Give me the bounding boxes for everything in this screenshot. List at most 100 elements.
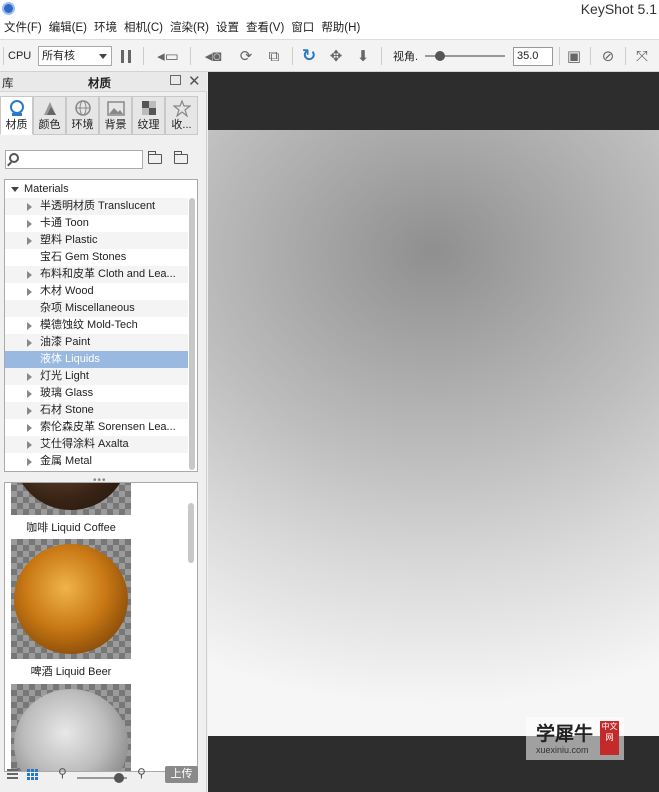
thumbnail-size-slider[interactable]: [77, 773, 127, 783]
render-canvas[interactable]: [208, 130, 659, 736]
tree-scrollbar[interactable]: [189, 198, 195, 470]
tree-item-label: 木材 Wood: [40, 285, 94, 297]
tree-item-label: 金属 Metal: [40, 455, 92, 467]
expand-icon[interactable]: [27, 220, 32, 228]
cpu-cores-value: 所有核: [42, 50, 75, 62]
menu-help[interactable]: 帮助(H): [320, 18, 366, 39]
geometry-icon[interactable]: ⤧: [630, 40, 654, 72]
expand-icon[interactable]: [27, 339, 32, 347]
region-render-icon[interactable]: ▣: [563, 40, 585, 72]
thumbnail-size-handle[interactable]: [114, 773, 124, 783]
tree-item[interactable]: 宝石 Gem Stones: [5, 249, 188, 266]
upload-button[interactable]: 上传: [165, 766, 198, 783]
fov-input[interactable]: 35.0: [513, 47, 553, 66]
material-icon: [9, 100, 24, 116]
thumbnail-item[interactable]: 咖啡 Liquid Coffee: [11, 483, 131, 535]
tab-colors[interactable]: 颜色: [33, 96, 66, 135]
tree-item[interactable]: 木材 Wood: [5, 283, 188, 300]
tree-item[interactable]: 布料和皮革 Cloth and Lea...: [5, 266, 188, 283]
fov-slider[interactable]: [425, 51, 505, 61]
material-graph-icon[interactable]: ⊘: [596, 40, 620, 72]
list-view-icon[interactable]: [7, 769, 18, 781]
tree-item[interactable]: 杂项 Miscellaneous: [5, 300, 188, 317]
menu-file[interactable]: 文件(F): [3, 18, 48, 39]
cpu-cores-select[interactable]: 所有核: [38, 46, 112, 66]
menu-render[interactable]: 渲染(R): [169, 18, 215, 39]
tree-item[interactable]: 半透明材质 Translucent: [5, 198, 188, 215]
tab-label: 背景: [104, 119, 127, 131]
expand-icon[interactable]: [27, 373, 32, 381]
tree-item[interactable]: 石材 Stone: [5, 402, 188, 419]
grid-view-icon[interactable]: [27, 769, 38, 780]
tree-item[interactable]: 卡通 Toon: [5, 215, 188, 232]
cpu-label: CPU: [8, 50, 32, 62]
screenshot-icon[interactable]: ◂◙: [196, 40, 230, 72]
material-thumbnails: 咖啡 Liquid Coffee 啤酒 Liquid Beer: [4, 482, 198, 772]
drop-to-ground-icon[interactable]: ⬇: [351, 40, 375, 72]
menu-edit[interactable]: 编辑(E): [48, 18, 93, 39]
expand-icon[interactable]: [27, 441, 32, 449]
tree-item[interactable]: 灯光 Light: [5, 368, 188, 385]
tree-item-label: 玻璃 Glass: [40, 387, 94, 399]
tree-item-selected[interactable]: 液体 Liquids: [5, 351, 188, 368]
lock-camera-icon[interactable]: ⧉: [262, 40, 286, 72]
expand-icon[interactable]: [27, 271, 32, 279]
expand-icon[interactable]: [27, 407, 32, 415]
add-folder-button[interactable]: [148, 150, 166, 166]
tree-item-label: 卡通 Toon: [40, 217, 89, 229]
toolbar: CPU 所有核 ◂▭ ◂◙ ⟳ ⧉ ↻ ✥ ⬇ 视角. 35.0 ▣ ⊘ ⤧: [0, 39, 659, 72]
fit-view-icon[interactable]: ✥: [324, 40, 348, 72]
pause-button[interactable]: [118, 40, 134, 72]
expand-icon[interactable]: [27, 458, 32, 466]
search-input[interactable]: [5, 150, 143, 169]
water-thumbnail[interactable]: [11, 684, 131, 771]
library-label: 库: [2, 78, 14, 90]
toolbar-separator: [3, 47, 4, 65]
refresh-icon[interactable]: ⟳: [234, 40, 258, 72]
thumbnail-item[interactable]: [11, 684, 131, 771]
collapse-icon[interactable]: [11, 187, 19, 192]
zoom-in-icon[interactable]: ⚲: [137, 766, 146, 780]
clapper-icon[interactable]: ◂▭: [150, 40, 186, 72]
menu-view[interactable]: 查看(V): [245, 18, 290, 39]
expand-icon[interactable]: [27, 203, 32, 211]
fov-slider-handle[interactable]: [435, 51, 445, 61]
tree-root[interactable]: Materials: [5, 181, 188, 198]
expand-icon[interactable]: [27, 322, 32, 330]
expand-icon[interactable]: [27, 390, 32, 398]
menu-camera[interactable]: 相机(C): [123, 18, 169, 39]
tree-item[interactable]: 索伦森皮革 Sorensen Lea...: [5, 419, 188, 436]
tree-item[interactable]: 模德蚀纹 Mold-Tech: [5, 317, 188, 334]
expand-icon[interactable]: [27, 424, 32, 432]
beer-thumbnail[interactable]: [11, 539, 131, 659]
star-icon: [172, 100, 191, 117]
menu-environment[interactable]: 环境: [93, 18, 123, 39]
toolbar-separator: [559, 47, 560, 65]
expand-icon[interactable]: [27, 237, 32, 245]
reset-camera-icon[interactable]: ↻: [297, 40, 321, 72]
tree-item[interactable]: 玻璃 Glass: [5, 385, 188, 402]
close-icon[interactable]: ✕: [188, 72, 201, 90]
tree-item[interactable]: 艾仕得涂料 Axalta: [5, 436, 188, 453]
tree-item[interactable]: 油漆 Paint: [5, 334, 188, 351]
folder-add-icon: [148, 151, 162, 164]
tab-environments[interactable]: 环境: [66, 96, 99, 135]
tab-materials[interactable]: 材质: [0, 96, 33, 135]
tab-favorites[interactable]: 收...: [165, 96, 198, 135]
coffee-thumbnail[interactable]: [11, 483, 131, 515]
expand-icon[interactable]: [27, 288, 32, 296]
tree-item-label: 塑料 Plastic: [40, 234, 98, 246]
render-viewport[interactable]: 学犀牛 xuexiniu.com 中文网: [208, 72, 659, 792]
pause-icon: [121, 49, 124, 63]
menu-settings[interactable]: 设置: [215, 18, 245, 39]
thumbnail-item[interactable]: 啤酒 Liquid Beer: [11, 539, 131, 679]
folder-options-button[interactable]: [174, 150, 192, 166]
zoom-out-icon[interactable]: ⚲: [58, 766, 67, 780]
float-panel-icon[interactable]: [170, 75, 181, 85]
tree-item[interactable]: 金属 Metal: [5, 453, 188, 470]
thumbnails-scrollbar[interactable]: [188, 503, 194, 563]
tab-backgrounds[interactable]: 背景: [99, 96, 132, 135]
menu-window[interactable]: 窗口: [290, 18, 320, 39]
tab-textures[interactable]: 纹理: [132, 96, 165, 135]
tree-item[interactable]: 塑料 Plastic: [5, 232, 188, 249]
